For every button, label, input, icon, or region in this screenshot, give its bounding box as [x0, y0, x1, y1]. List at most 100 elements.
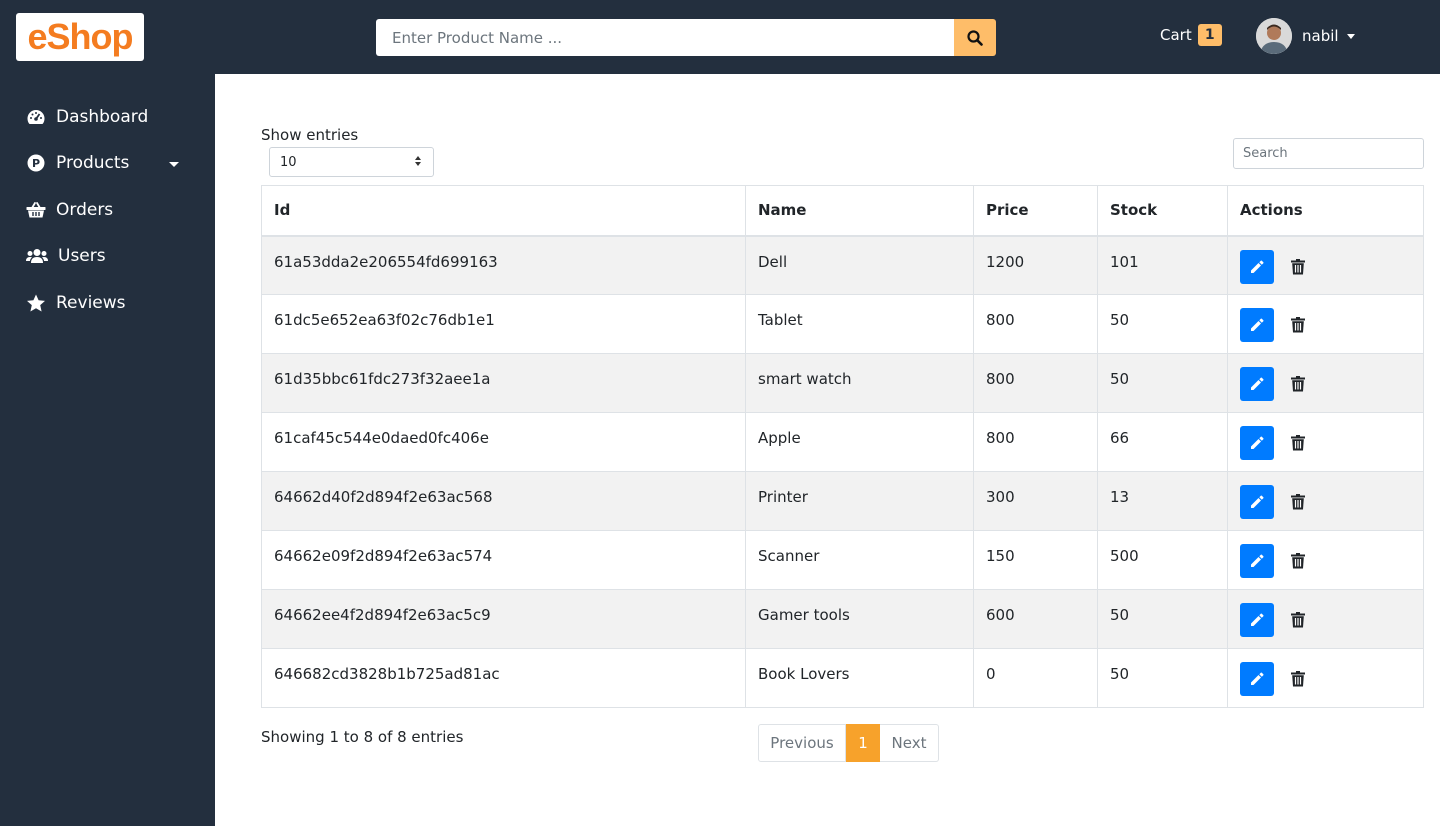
cell-price: 300 — [973, 471, 1098, 531]
cart-label: Cart — [1160, 26, 1192, 44]
sidebar-item-label: Dashboard — [56, 107, 149, 127]
cell-name: Scanner — [745, 530, 974, 590]
sidebar-item-label: Users — [58, 246, 106, 266]
cell-stock: 101 — [1097, 235, 1228, 295]
cell-name: Apple — [745, 412, 974, 472]
column-header-name[interactable]: Name — [745, 185, 974, 237]
trash-icon — [1291, 494, 1305, 510]
products-table: Id Name Price Stock Actions 61a53dda2e20… — [261, 185, 1424, 708]
cell-id: 61a53dda2e206554fd699163 — [261, 235, 746, 295]
pencil-icon — [1251, 613, 1264, 626]
table-row: 64662ee4f2d894f2e63ac5c9 Gamer tools 600 50 — [261, 589, 1424, 649]
cell-name: Printer — [745, 471, 974, 531]
column-header-id[interactable]: Id — [261, 185, 746, 237]
tachometer-icon — [26, 107, 46, 127]
sidebar-item-label: Reviews — [56, 293, 126, 313]
delete-button[interactable] — [1288, 426, 1308, 460]
trash-icon — [1291, 612, 1305, 628]
table-search-input[interactable] — [1233, 138, 1424, 169]
user-photo-icon — [1256, 18, 1292, 54]
cell-actions — [1227, 648, 1424, 708]
cart-link[interactable]: Cart 1 — [1160, 24, 1222, 46]
table-row: 61dc5e652ea63f02c76db1e1 Tablet 800 50 — [261, 294, 1424, 354]
trash-icon — [1291, 376, 1305, 392]
delete-button[interactable] — [1288, 662, 1308, 696]
column-header-price[interactable]: Price — [973, 185, 1098, 237]
page-1-button[interactable]: 1 — [846, 724, 880, 762]
cell-name: Book Lovers — [745, 648, 974, 708]
svg-text:P: P — [32, 157, 40, 170]
delete-button[interactable] — [1288, 250, 1308, 284]
select-arrows-icon — [415, 156, 421, 166]
delete-button[interactable] — [1288, 308, 1308, 342]
table-row: 64662d40f2d894f2e63ac568 Printer 300 13 — [261, 471, 1424, 531]
edit-button[interactable] — [1240, 249, 1274, 284]
product-search-bar — [376, 19, 996, 56]
eshop-logo[interactable]: eShop — [16, 13, 144, 61]
cell-id: 646682cd3828b1b725ad81ac — [261, 648, 746, 708]
trash-icon — [1291, 317, 1305, 333]
sidebar: Dashboard P Products Orders Users Review… — [0, 74, 215, 826]
edit-button[interactable] — [1240, 426, 1274, 460]
show-entries-label: Show entries — [261, 126, 359, 144]
next-page-button[interactable]: Next — [880, 724, 939, 762]
cell-actions — [1227, 294, 1424, 354]
entries-per-page-select[interactable]: 10 — [269, 147, 434, 177]
sidebar-item-products[interactable]: P Products — [26, 153, 129, 173]
users-icon — [26, 246, 48, 266]
edit-button[interactable] — [1240, 367, 1274, 401]
products-chevron-down-icon[interactable] — [169, 162, 179, 167]
cell-id: 61dc5e652ea63f02c76db1e1 — [261, 294, 746, 354]
edit-button[interactable] — [1240, 485, 1274, 519]
trash-icon — [1291, 553, 1305, 569]
user-menu-dropdown[interactable]: nabil — [1256, 18, 1355, 54]
edit-button[interactable] — [1240, 603, 1274, 637]
sidebar-item-reviews[interactable]: Reviews — [26, 293, 126, 313]
edit-button[interactable] — [1240, 308, 1274, 342]
cell-id: 61d35bbc61fdc273f32aee1a — [261, 353, 746, 413]
cell-actions — [1227, 412, 1424, 472]
logo-text: eShop — [27, 16, 133, 57]
cell-price: 1200 — [973, 235, 1098, 295]
edit-button[interactable] — [1240, 544, 1274, 578]
edit-button[interactable] — [1240, 662, 1274, 696]
top-navbar: eShop Cart 1 nabil — [0, 0, 1440, 74]
basket-icon — [26, 200, 46, 220]
cell-stock: 50 — [1097, 294, 1228, 354]
cell-id: 64662ee4f2d894f2e63ac5c9 — [261, 589, 746, 649]
username: nabil — [1302, 27, 1339, 45]
cell-price: 800 — [973, 294, 1098, 354]
cell-actions — [1227, 589, 1424, 649]
cell-stock: 50 — [1097, 353, 1228, 413]
cell-stock: 66 — [1097, 412, 1228, 472]
sidebar-item-orders[interactable]: Orders — [26, 200, 113, 220]
pencil-icon — [1251, 672, 1264, 685]
column-header-stock[interactable]: Stock — [1097, 185, 1228, 237]
cell-actions — [1227, 471, 1424, 531]
entries-select-value: 10 — [280, 154, 297, 170]
delete-button[interactable] — [1288, 367, 1308, 401]
sidebar-item-dashboard[interactable]: Dashboard — [26, 107, 148, 127]
cell-name: Dell — [745, 235, 974, 295]
cell-id: 64662d40f2d894f2e63ac568 — [261, 471, 746, 531]
previous-page-button[interactable]: Previous — [758, 724, 846, 762]
cell-name: Gamer tools — [745, 589, 974, 649]
cell-stock: 500 — [1097, 530, 1228, 590]
table-body: 61a53dda2e206554fd699163 Dell 1200 101 61dc5… — [261, 235, 1424, 708]
sidebar-item-users[interactable]: Users — [26, 246, 106, 266]
trash-icon — [1291, 435, 1305, 451]
chevron-down-icon — [1346, 33, 1355, 39]
pagination: Previous 1 Next — [758, 724, 939, 762]
table-row: 61d35bbc61fdc273f32aee1a smart watch 800 50 — [261, 353, 1424, 413]
cell-name: Tablet — [745, 294, 974, 354]
showing-entries-info: Showing 1 to 8 of 8 entries — [261, 728, 464, 746]
delete-button[interactable] — [1288, 485, 1308, 519]
pencil-icon — [1251, 495, 1264, 508]
table-row: 61caf45c544e0daed0fc406e Apple 800 66 — [261, 412, 1424, 472]
cell-id: 61caf45c544e0daed0fc406e — [261, 412, 746, 472]
delete-button[interactable] — [1288, 544, 1308, 578]
search-button[interactable] — [954, 19, 996, 56]
column-header-actions: Actions — [1227, 185, 1424, 237]
delete-button[interactable] — [1288, 603, 1308, 637]
product-search-input[interactable] — [376, 19, 954, 56]
